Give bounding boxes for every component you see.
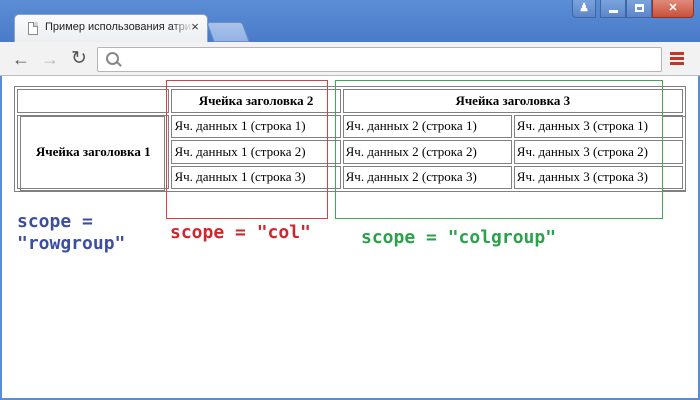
data-cell: Яч. данных 1 (строка 2) xyxy=(171,140,341,164)
forward-button[interactable]: → xyxy=(40,49,60,69)
user-icon: ♟ xyxy=(579,2,589,14)
data-cell: Яч. данных 3 (строка 3) xyxy=(513,165,683,189)
window-frame-left xyxy=(0,76,2,400)
close-tab-icon[interactable]: × xyxy=(189,20,201,34)
new-tab-button[interactable] xyxy=(206,22,250,42)
data-cell: Яч. данных 3 (строка 1) xyxy=(513,114,683,138)
scope-demo-table: Ячейка заголовка 2 Ячейка заголовка 3 Яч… xyxy=(14,86,686,192)
reload-button[interactable]: ↻ xyxy=(69,49,89,69)
maximize-icon xyxy=(635,4,644,12)
minimize-icon xyxy=(609,10,618,13)
data-cell: Яч. данных 2 (строка 1) xyxy=(342,114,512,138)
col-label: scope = "col" xyxy=(170,222,311,243)
close-window-button[interactable]: ✕ xyxy=(652,0,694,18)
back-button[interactable]: ← xyxy=(11,49,31,69)
address-bar[interactable] xyxy=(97,47,662,72)
chrome-menu-icon[interactable] xyxy=(670,52,684,66)
tab-title: Пример использования атрибута scope xyxy=(45,21,193,33)
row-header-cell-1: Ячейка заголовка 1 xyxy=(17,114,170,189)
data-cell: Яч. данных 2 (строка 3) xyxy=(342,165,512,189)
table-header-row: Ячейка заголовка 2 Ячейка заголовка 3 xyxy=(17,89,683,113)
user-profile-button[interactable]: ♟ xyxy=(572,0,596,18)
empty-corner-cell xyxy=(17,89,170,113)
search-icon xyxy=(106,52,119,65)
data-cell: Яч. данных 2 (строка 2) xyxy=(342,140,512,164)
data-cell: Яч. данных 1 (строка 1) xyxy=(171,114,341,138)
header-cell-3: Ячейка заголовка 3 xyxy=(342,89,683,113)
header-cell-2: Ячейка заголовка 2 xyxy=(171,89,341,113)
table-row: Ячейка заголовка 1 Яч. данных 1 (строка … xyxy=(17,114,683,189)
browser-tab[interactable]: Пример использования атрибута scope × xyxy=(14,14,208,42)
rowgroup-label: scope = "rowgroup" xyxy=(17,211,126,254)
browser-toolbar: ← → ↻ xyxy=(0,42,700,76)
minimize-button[interactable] xyxy=(600,0,626,18)
close-icon: ✕ xyxy=(668,2,678,14)
colgroup-label: scope = "colgroup" xyxy=(361,227,557,248)
data-cell: Яч. данных 1 (строка 3) xyxy=(171,165,341,189)
document-icon xyxy=(28,22,38,35)
title-bar: Пример использования атрибута scope × ♟ … xyxy=(0,0,700,42)
data-cell: Яч. данных 3 (строка 2) xyxy=(513,140,683,164)
maximize-button[interactable] xyxy=(626,0,652,18)
